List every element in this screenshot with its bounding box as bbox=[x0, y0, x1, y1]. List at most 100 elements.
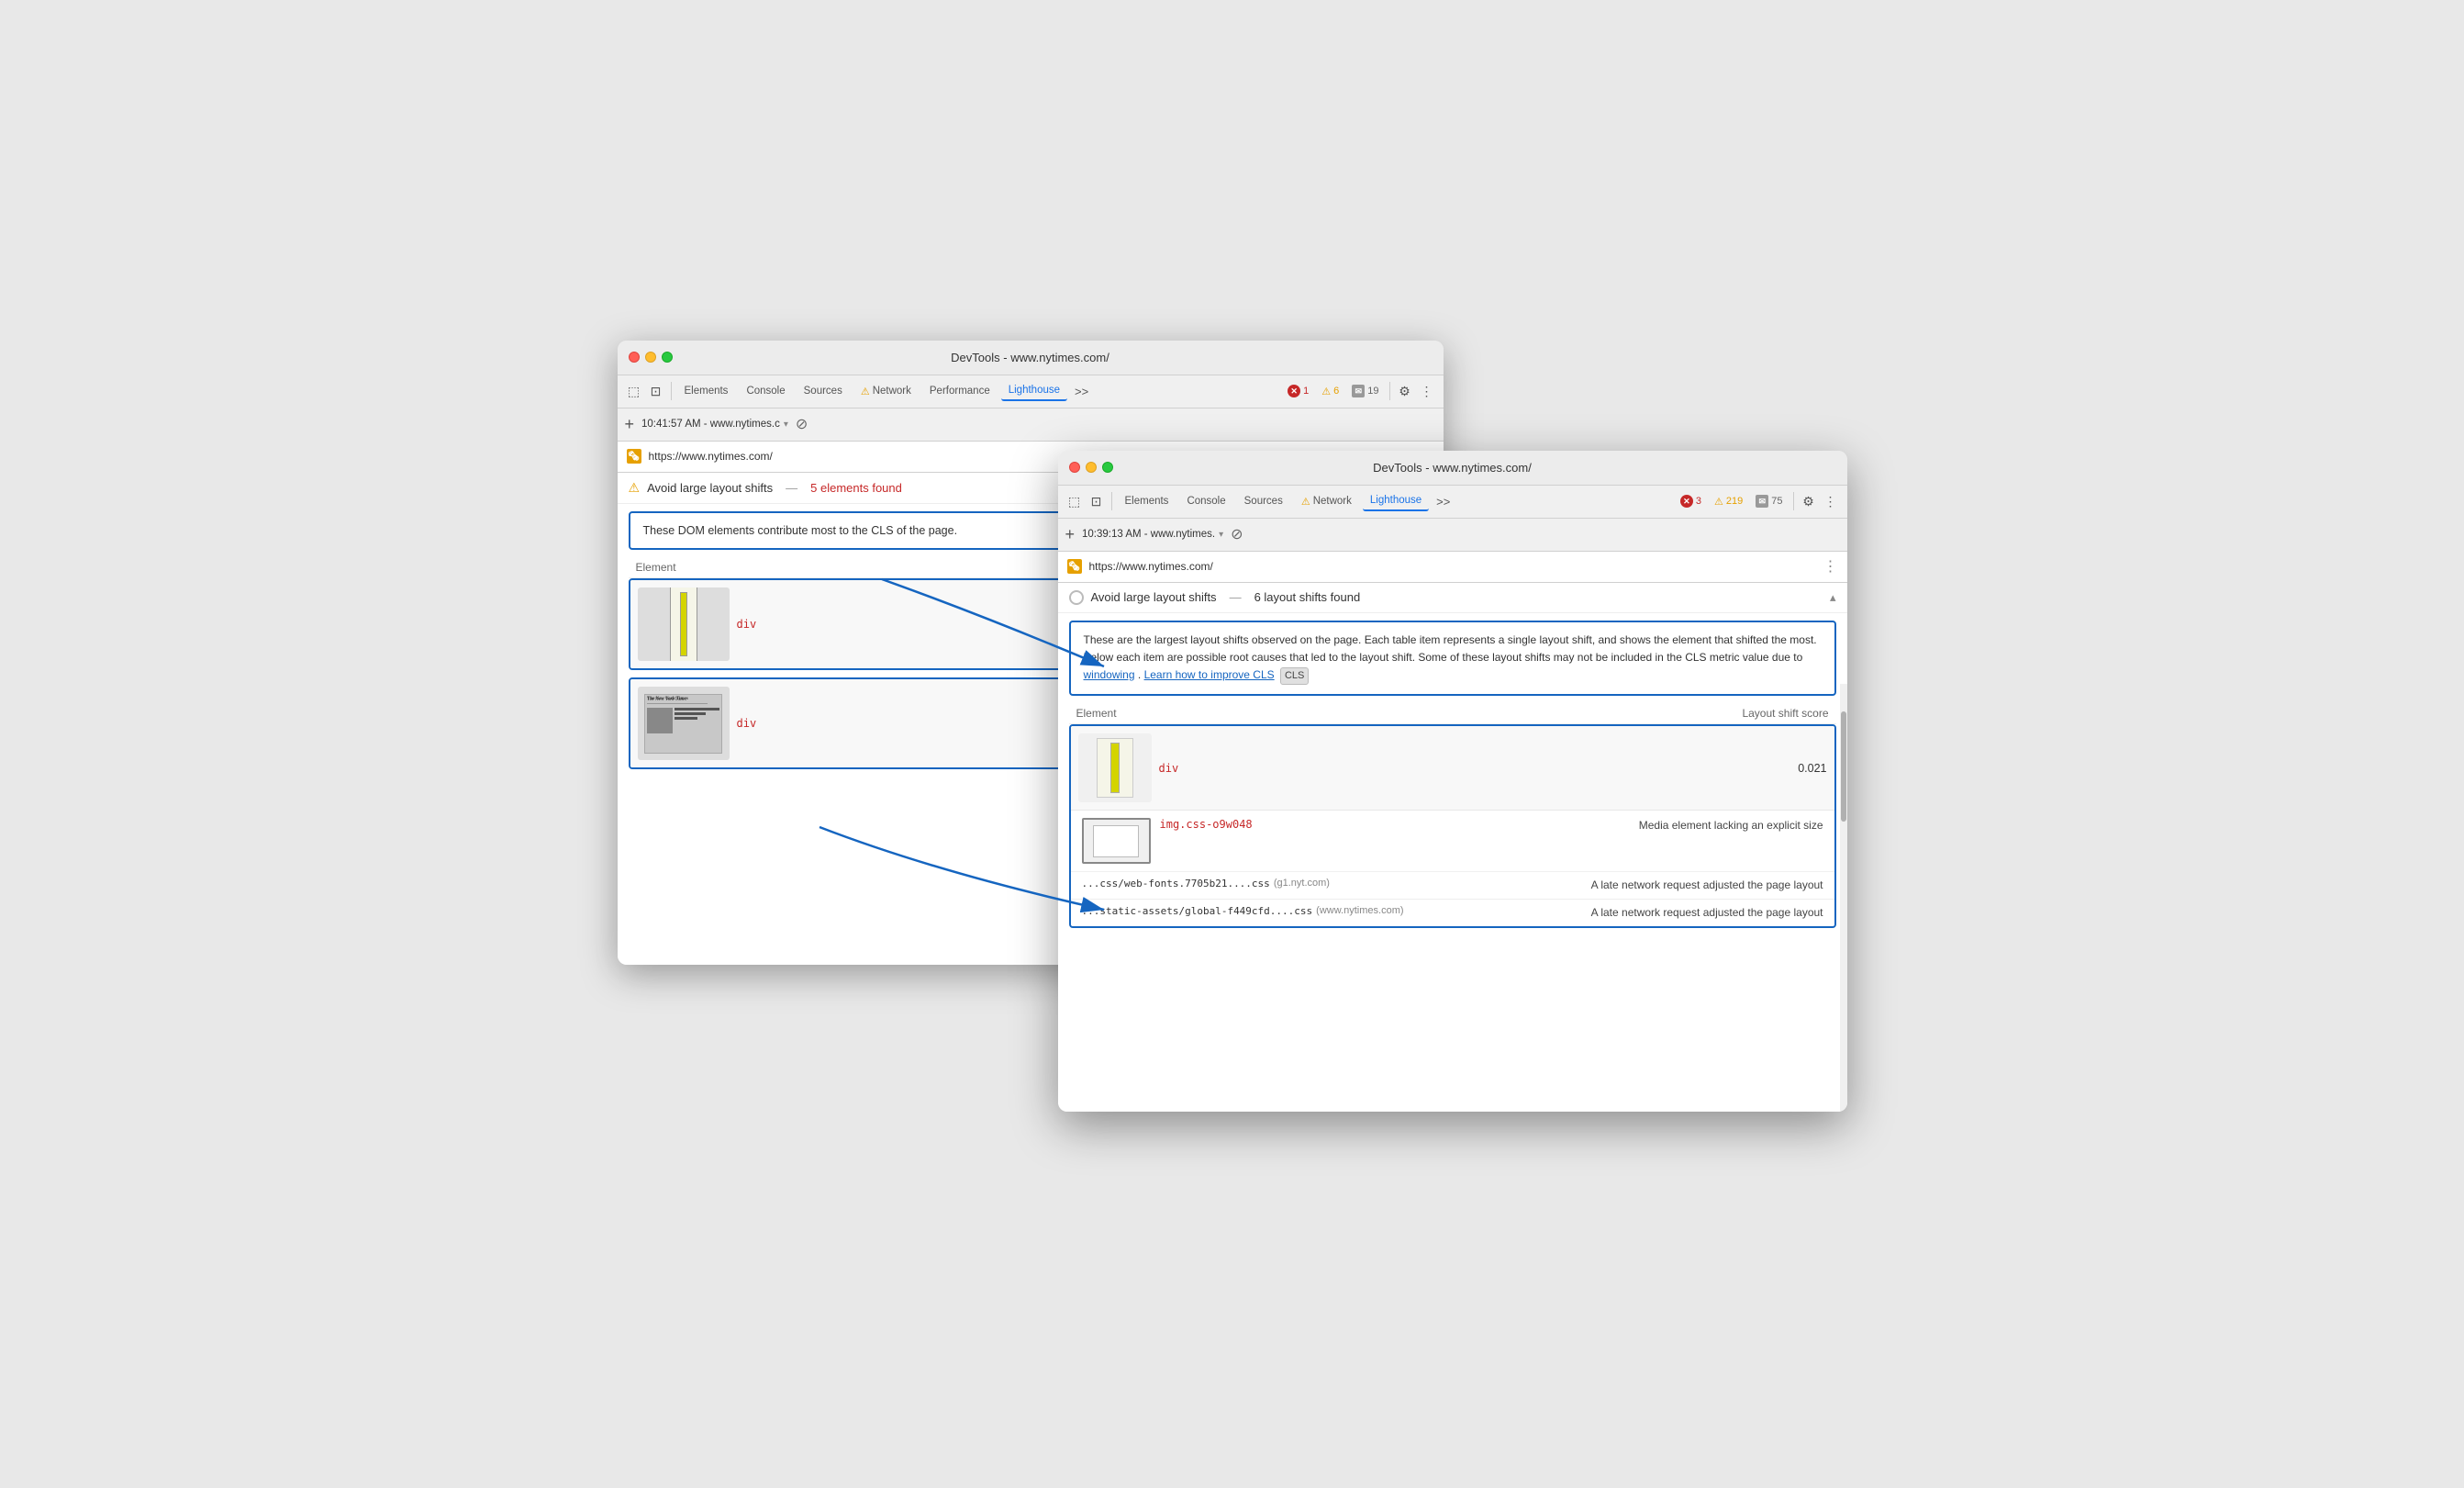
back-row1-thumbnail bbox=[638, 587, 730, 661]
front-scrollbar-thumb[interactable] bbox=[1841, 711, 1846, 822]
back-row2-element-label: div bbox=[737, 717, 757, 730]
back-row1-element-label: div bbox=[737, 618, 757, 631]
front-new-tab-button[interactable]: + bbox=[1065, 525, 1076, 544]
front-maximize-button[interactable] bbox=[1102, 462, 1113, 473]
scene: DevTools - www.nytimes.com/ ⬚ ⊡ Elements… bbox=[618, 341, 1847, 1148]
front-main-content: Avoid large layout shifts — 6 layout shi… bbox=[1058, 583, 1847, 1112]
front-kebab-icon[interactable]: ⋮ bbox=[1822, 492, 1840, 510]
back-titlebar: DevTools - www.nytimes.com/ bbox=[618, 341, 1444, 375]
back-warning-icon: ⚠ bbox=[1321, 386, 1331, 397]
front-warning-badge[interactable]: ⚠ 219 bbox=[1710, 494, 1747, 509]
front-favicon: 🗞 bbox=[1067, 559, 1082, 574]
back-new-tab-button[interactable]: + bbox=[625, 415, 635, 434]
front-window: DevTools - www.nytimes.com/ ⬚ ⊡ Elements… bbox=[1058, 451, 1847, 1112]
front-sub-resource-2[interactable]: ...static-assets/global-f449cfd....css (… bbox=[1071, 899, 1834, 926]
back-tab-console[interactable]: Console bbox=[739, 382, 792, 400]
front-audit-row[interactable]: Avoid large layout shifts — 6 layout shi… bbox=[1058, 583, 1847, 613]
back-devtools-toolbar: ⬚ ⊡ Elements Console Sources ⚠ Network P… bbox=[618, 375, 1444, 408]
front-close-button[interactable] bbox=[1069, 462, 1080, 473]
back-toolbar-separator bbox=[671, 382, 672, 400]
back-layers-icon[interactable]: ⊡ bbox=[647, 382, 665, 400]
front-sub-item-img-info: img.css-o9w048 bbox=[1160, 818, 1488, 834]
front-row1-thumbnail bbox=[1078, 733, 1152, 802]
front-audit-expand-icon[interactable]: ▴ bbox=[1830, 590, 1836, 605]
back-tab-sources[interactable]: Sources bbox=[797, 382, 850, 400]
back-close-button[interactable] bbox=[629, 352, 640, 363]
back-window-title: DevTools - www.nytimes.com/ bbox=[951, 351, 1109, 364]
front-windowing-link[interactable]: windowing bbox=[1084, 668, 1135, 681]
front-sub-item-img[interactable]: img.css-o9w048 Media element lacking an … bbox=[1071, 810, 1834, 871]
back-tab-performance[interactable]: Performance bbox=[922, 382, 998, 400]
front-session-chevron: ▾ bbox=[1219, 530, 1223, 540]
front-tab-elements[interactable]: Elements bbox=[1118, 492, 1176, 510]
back-tab-network[interactable]: ⚠ Network bbox=[853, 382, 919, 401]
front-layers-icon[interactable]: ⊡ bbox=[1087, 492, 1106, 510]
front-warning-icon: ⚠ bbox=[1714, 496, 1723, 508]
front-audit-count: 6 layout shifts found bbox=[1254, 590, 1361, 604]
front-messages-badge[interactable]: ✉ 75 bbox=[1751, 493, 1787, 509]
front-audit-table: Element Layout shift score div bbox=[1069, 703, 1836, 928]
front-row1-element-label: div bbox=[1159, 762, 1179, 775]
front-minimize-button[interactable] bbox=[1086, 462, 1097, 473]
front-gear-icon[interactable]: ⚙ bbox=[1800, 492, 1818, 510]
front-resource-domain-1: (g1.nyt.com) bbox=[1274, 878, 1330, 889]
front-window-title: DevTools - www.nytimes.com/ bbox=[1373, 461, 1532, 475]
back-nyt-front-thumb: The New York Times bbox=[644, 694, 722, 754]
front-traffic-lights bbox=[1069, 462, 1113, 473]
back-kebab-icon[interactable]: ⋮ bbox=[1418, 382, 1436, 400]
front-session-timestamp[interactable]: 10:39:13 AM - www.nytimes. ▾ bbox=[1082, 529, 1223, 540]
back-tab-lighthouse[interactable]: Lighthouse bbox=[1001, 381, 1067, 401]
back-minimize-button[interactable] bbox=[645, 352, 656, 363]
back-traffic-lights bbox=[629, 352, 673, 363]
back-audit-warn-icon: ⚠ bbox=[629, 480, 641, 496]
back-no-entry-icon[interactable]: ⊘ bbox=[796, 415, 808, 433]
front-circle-indicator bbox=[1069, 590, 1084, 605]
front-error-badge[interactable]: ✕ 3 bbox=[1676, 493, 1706, 509]
front-table-row-1[interactable]: div 0.021 img.css-o9w048 Media element bbox=[1069, 724, 1836, 928]
front-url-text: https://www.nytimes.com/ bbox=[1089, 560, 1816, 573]
front-devtools-toolbar: ⬚ ⊡ Elements Console Sources ⚠ Network L… bbox=[1058, 486, 1847, 519]
front-url-menu[interactable]: ⋮ bbox=[1823, 557, 1838, 576]
front-scrollbar-track[interactable] bbox=[1840, 684, 1847, 1112]
front-url-display-row: 🗞 https://www.nytimes.com/ ⋮ bbox=[1058, 552, 1847, 583]
back-row2-thumbnail: The New York Times bbox=[638, 687, 730, 760]
back-maximize-button[interactable] bbox=[662, 352, 673, 363]
back-messages-badge[interactable]: ✉ 19 bbox=[1347, 383, 1383, 399]
back-warning-badge[interactable]: ⚠ 6 bbox=[1317, 384, 1343, 399]
front-cursor-icon[interactable]: ⬚ bbox=[1065, 492, 1084, 510]
front-more-tabs[interactable]: >> bbox=[1433, 493, 1454, 510]
back-tab-elements[interactable]: Elements bbox=[677, 382, 736, 400]
back-error-icon: ✕ bbox=[1288, 385, 1300, 397]
back-yellow-bar bbox=[680, 592, 687, 656]
back-session-chevron: ▾ bbox=[784, 420, 788, 430]
front-resource-domain-2: (www.nytimes.com) bbox=[1316, 905, 1403, 916]
front-resource-reason-2: A late network request adjusted the page… bbox=[1591, 905, 1823, 921]
front-improve-cls-link[interactable]: Learn how to improve CLS bbox=[1144, 668, 1275, 681]
back-audit-count: 5 elements found bbox=[810, 481, 902, 495]
back-cursor-icon[interactable]: ⬚ bbox=[625, 382, 643, 400]
back-url-bar: + 10:41:57 AM - www.nytimes.c ▾ ⊘ bbox=[618, 408, 1444, 442]
front-audit-title: Avoid large layout shifts bbox=[1091, 590, 1217, 604]
front-tab-sources[interactable]: Sources bbox=[1237, 492, 1290, 510]
front-network-warning-icon: ⚠ bbox=[1301, 496, 1310, 508]
front-tab-lighthouse[interactable]: Lighthouse bbox=[1363, 491, 1429, 511]
back-msg-icon: ✉ bbox=[1352, 385, 1365, 397]
front-toolbar-sep bbox=[1111, 492, 1112, 510]
back-audit-dash: — bbox=[786, 481, 797, 495]
front-resource-url-2: ...static-assets/global-f449cfd....css bbox=[1082, 905, 1313, 917]
front-resource-url-1: ...css/web-fonts.7705b21....css bbox=[1082, 878, 1270, 889]
back-gear-icon[interactable]: ⚙ bbox=[1396, 382, 1414, 400]
front-tab-console[interactable]: Console bbox=[1179, 492, 1232, 510]
front-sub-resource-1[interactable]: ...css/web-fonts.7705b21....css (g1.nyt.… bbox=[1071, 871, 1834, 899]
front-sub-element-label: img.css-o9w048 bbox=[1160, 818, 1488, 831]
front-tab-network[interactable]: ⚠ Network bbox=[1294, 492, 1359, 511]
front-url-bar: + 10:39:13 AM - www.nytimes. ▾ ⊘ bbox=[1058, 519, 1847, 552]
back-error-badge[interactable]: ✕ 1 bbox=[1283, 383, 1313, 399]
back-session-timestamp[interactable]: 10:41:57 AM - www.nytimes.c ▾ bbox=[641, 419, 788, 430]
front-error-icon: ✕ bbox=[1680, 495, 1693, 508]
front-no-entry-icon[interactable]: ⊘ bbox=[1231, 525, 1243, 543]
front-msg-icon: ✉ bbox=[1756, 495, 1768, 508]
front-sub-thumbnail bbox=[1082, 818, 1151, 864]
back-more-tabs[interactable]: >> bbox=[1071, 383, 1092, 400]
front-resource-reason-1: A late network request adjusted the page… bbox=[1591, 878, 1823, 893]
